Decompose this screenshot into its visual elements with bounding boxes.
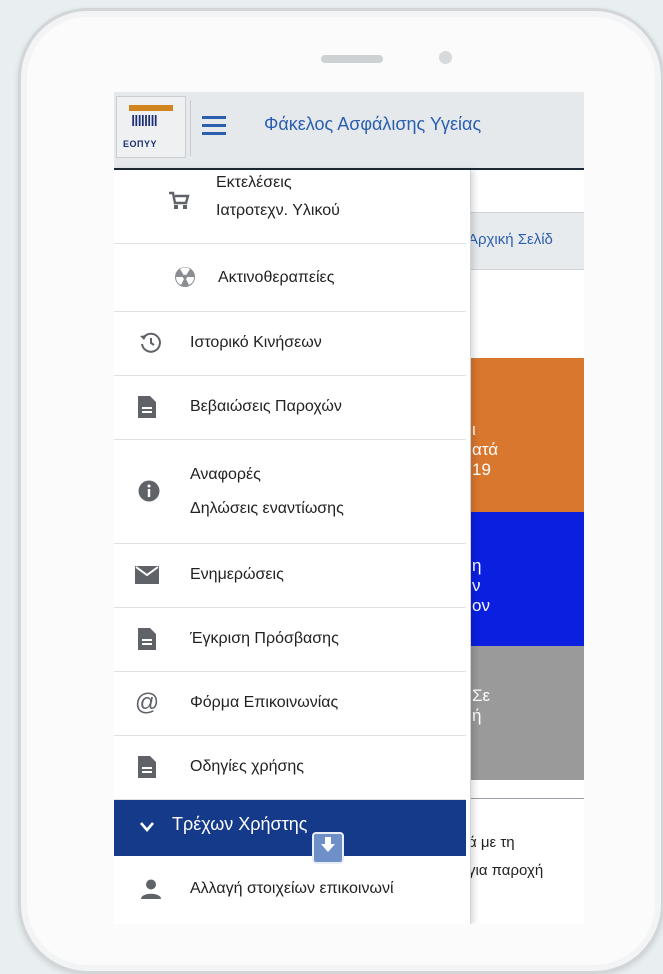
document-icon (134, 626, 160, 652)
history-icon (138, 330, 164, 356)
tile-text: ν (472, 576, 481, 595)
tile-blue[interactable]: η ν ον (468, 512, 584, 646)
app-screen: ǁǁǁǁ ΕΟΠΥΥ Φάκελος Ασφάλισης Υγείας Αρχι… (114, 92, 584, 924)
drawer-item-label: Έγκριση Πρόσβασης (190, 630, 339, 647)
mail-icon (134, 562, 160, 588)
drawer-item-label: Οδηγίες χρήσης (190, 758, 304, 775)
drawer-item-label: Ιστορικό Κινήσεων (190, 334, 322, 351)
download-arrow-icon[interactable] (312, 832, 344, 864)
tile-text: Σε (472, 686, 491, 705)
body-text: ά με τη (468, 834, 515, 851)
drawer-item-label: Αλλαγή στοιχείων επικοινωνί (190, 880, 394, 897)
logo-columns: ǁǁǁǁ (131, 113, 158, 130)
tile-text: ον (472, 596, 490, 615)
current-user-label: Τρέχων Χρήστης (172, 814, 308, 834)
body-text: για παροχή (468, 862, 544, 879)
drawer-item-label: Φόρμα Επικοινωνίας (190, 694, 339, 711)
breadcrumb-home[interactable]: Αρχική Σελίδ (468, 231, 553, 248)
drawer-item-label: Αναφορές (190, 466, 261, 483)
drawer-item-radiotherapy[interactable]: Ακτινοθεραπείες (114, 244, 466, 312)
tile-gray[interactable]: Σε ή (468, 646, 584, 780)
drawer-item-history[interactable]: Ιστορικό Κινήσεων (114, 312, 466, 376)
drawer-item-contact-form[interactable]: @ Φόρμα Επικοινωνίας (114, 672, 466, 736)
drawer-item-label: Ακτινοθεραπείες (218, 269, 335, 286)
phone-speaker (321, 55, 383, 63)
app-title: Φάκελος Ασφάλισης Υγείας (264, 114, 482, 134)
document-icon (134, 754, 160, 780)
breadcrumb[interactable]: Αρχική Σελίδ (468, 212, 584, 270)
current-user-section[interactable]: Τρέχων Χρήστης (114, 800, 466, 856)
tile-orange[interactable]: ι ατά 19 (468, 358, 584, 512)
document-icon (134, 394, 160, 420)
drawer-item-prosthetics[interactable]: Εκτελέσεις Ιατροτεχν. Υλικού (114, 170, 466, 244)
cart-icon (166, 188, 192, 214)
logo-roof (129, 105, 173, 111)
drawer-item-instructions[interactable]: Οδηγίες χρήσης (114, 736, 466, 800)
tile-text: 19 (472, 460, 491, 479)
eopyy-logo[interactable]: ǁǁǁǁ ΕΟΠΥΥ (116, 96, 186, 158)
person-icon (138, 876, 164, 902)
chevron-down-icon (140, 816, 154, 837)
hamburger-menu-icon[interactable] (202, 116, 226, 136)
radiation-icon (172, 264, 198, 290)
logo-separator (190, 100, 191, 156)
underlying-page: Αρχική Σελίδ ι ατά 19 η ν ον Σε ή ά με τ… (468, 172, 584, 924)
content-divider (468, 798, 584, 799)
info-icon (136, 478, 162, 504)
phone-camera (439, 51, 452, 64)
navigation-drawer: Εκτελέσεις Ιατροτεχν. Υλικού Ακτινοθεραπ… (114, 170, 471, 924)
logo-text: ΕΟΠΥΥ (123, 139, 158, 149)
tile-text: ή (472, 706, 482, 725)
drawer-item-label: Ενημερώσεις (190, 566, 284, 583)
tile-text: ατά (472, 440, 499, 459)
tile-text: η (472, 556, 482, 575)
drawer-item-label: Εκτελέσεις (216, 174, 292, 191)
at-icon: @ (134, 689, 160, 716)
drawer-item-change-contact[interactable]: Αλλαγή στοιχείων επικοινωνί (114, 856, 466, 924)
app-bar: ǁǁǁǁ ΕΟΠΥΥ Φάκελος Ασφάλισης Υγείας (114, 92, 584, 170)
drawer-item-label: Βεβαιώσεις Παροχών (190, 398, 342, 415)
drawer-item-reports[interactable]: Αναφορές Δηλώσεις εναντίωσης (114, 440, 466, 544)
tile-text: ι (472, 420, 476, 439)
drawer-item-certificates[interactable]: Βεβαιώσεις Παροχών (114, 376, 466, 440)
drawer-item-label: Ιατροτεχν. Υλικού (216, 202, 340, 219)
drawer-item-updates[interactable]: Ενημερώσεις (114, 544, 466, 608)
drawer-item-access-approval[interactable]: Έγκριση Πρόσβασης (114, 608, 466, 672)
drawer-item-label: Δηλώσεις εναντίωσης (190, 500, 344, 517)
